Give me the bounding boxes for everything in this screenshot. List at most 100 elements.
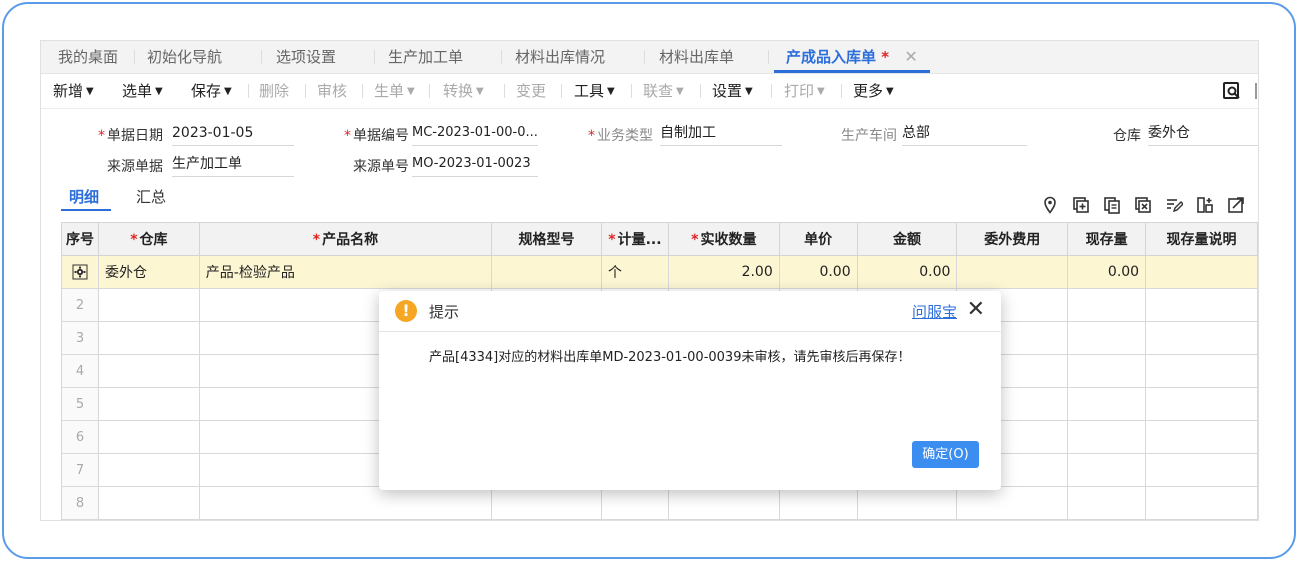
cell-unit[interactable]: 个 bbox=[600, 255, 669, 289]
dialog-message: 产品[4334]对应的材料出库单MD-2023-01-00-0039未审核，请先… bbox=[429, 350, 911, 365]
chevron-down-icon: ▼ bbox=[86, 86, 94, 97]
cell-stock-note[interactable] bbox=[1145, 255, 1258, 289]
close-icon[interactable]: ✕ bbox=[967, 297, 985, 323]
row-seq: 7 bbox=[61, 453, 99, 487]
row-seq: 5 bbox=[61, 387, 99, 421]
doc-date-field[interactable]: 2023-01-05 bbox=[172, 123, 294, 146]
tab-divider bbox=[261, 50, 262, 64]
tab-material-issue[interactable]: 材料出库单 bbox=[659, 41, 734, 73]
warehouse-field[interactable]: 委外仓 bbox=[1148, 123, 1258, 146]
ok-button[interactable]: 确定(O) bbox=[912, 441, 979, 468]
tab-divider bbox=[644, 50, 645, 64]
save-button[interactable]: 保存 ▼ bbox=[191, 74, 232, 108]
row-settings-cell[interactable] bbox=[61, 255, 99, 289]
tab-options[interactable]: 选项设置 bbox=[276, 41, 336, 73]
row-gear-icon[interactable] bbox=[72, 264, 88, 280]
cell-warehouse[interactable]: 委外仓 bbox=[97, 255, 200, 289]
query-button[interactable]: 联查 ▼ bbox=[643, 74, 684, 108]
cell-amount[interactable]: 0.00 bbox=[856, 255, 958, 289]
biz-type-label: * 业务类型 bbox=[588, 128, 653, 144]
col-header-stock-note[interactable]: 现存量说明 bbox=[1145, 222, 1258, 256]
tab-label: 产成品入库单 bbox=[786, 48, 877, 66]
cell-spec[interactable] bbox=[491, 255, 602, 289]
more-button[interactable]: 更多 ▼ bbox=[853, 74, 894, 108]
alert-dialog: ! 提示 问服宝 ✕ 产品[4334]对应的材料出库单MD-2023-01-00… bbox=[379, 291, 1001, 490]
doc-date-label: * 单据日期 bbox=[98, 128, 163, 144]
workshop-field[interactable]: 总部 bbox=[902, 123, 1027, 146]
document-tabs: 我的桌面 初始化导航 选项设置 生产加工单 材料出库情况 材料出库单 产成品入库… bbox=[41, 41, 1258, 74]
toolbar-divider bbox=[362, 84, 363, 98]
convert-button[interactable]: 转换 ▼ bbox=[443, 74, 484, 108]
table-row[interactable]: 委外仓 产品-检验产品 个 2.00 0.00 0.00 0.00 bbox=[61, 255, 1258, 289]
preview-search-icon[interactable] bbox=[1222, 81, 1242, 101]
toolbar-divider bbox=[771, 84, 772, 98]
tab-divider bbox=[768, 50, 769, 64]
print-button[interactable]: 打印 ▼ bbox=[784, 74, 825, 108]
delete-button[interactable]: 删除 bbox=[259, 74, 289, 108]
tab-my-desktop[interactable]: 我的桌面 bbox=[58, 41, 118, 73]
tools-button[interactable]: 工具 ▼ bbox=[574, 74, 615, 108]
export-icon[interactable] bbox=[1227, 196, 1245, 214]
col-header-spec[interactable]: 规格型号 bbox=[491, 222, 602, 256]
col-header-warehouse[interactable]: * 仓库 bbox=[97, 222, 200, 256]
toolbar-divider bbox=[700, 84, 701, 98]
toolbar-divider bbox=[841, 84, 842, 98]
cell-stock[interactable]: 0.00 bbox=[1067, 255, 1147, 289]
cell-qty[interactable]: 2.00 bbox=[667, 255, 780, 289]
chevron-down-icon: ▼ bbox=[607, 86, 615, 97]
source-no-field[interactable]: MO-2023-01-0023 bbox=[412, 154, 538, 177]
location-pin-icon[interactable] bbox=[1041, 196, 1059, 214]
chevron-down-icon: ▼ bbox=[676, 86, 684, 97]
toolbar-divider bbox=[429, 84, 430, 98]
col-header-unit[interactable]: * 计量... bbox=[600, 222, 669, 256]
col-header-product[interactable]: * 产品名称 bbox=[198, 222, 493, 256]
settings-button[interactable]: 设置 ▼ bbox=[712, 74, 753, 108]
tab-material-issue-status[interactable]: 材料出库情况 bbox=[515, 41, 605, 73]
col-header-seq: 序号 bbox=[61, 222, 99, 256]
cell-outsource-fee[interactable] bbox=[956, 255, 1069, 289]
tab-production-order[interactable]: 生产加工单 bbox=[388, 41, 463, 73]
change-button[interactable]: 变更 bbox=[516, 74, 546, 108]
new-button[interactable]: 新增 ▼ bbox=[53, 74, 94, 108]
audit-button[interactable]: 审核 bbox=[317, 74, 347, 108]
row-seq: 3 bbox=[61, 321, 99, 355]
select-doc-button[interactable]: 选单 ▼ bbox=[122, 74, 163, 108]
cell-price[interactable]: 0.00 bbox=[778, 255, 858, 289]
doc-no-field[interactable]: MC-2023-01-00-0... bbox=[412, 123, 538, 146]
col-header-qty[interactable]: * 实收数量 bbox=[667, 222, 780, 256]
batch-edit-icon[interactable] bbox=[1165, 196, 1183, 214]
help-link[interactable]: 问服宝 bbox=[912, 301, 957, 322]
warning-icon: ! bbox=[395, 300, 417, 322]
row-seq: 6 bbox=[61, 420, 99, 454]
row-seq: 2 bbox=[61, 288, 99, 322]
add-row-icon[interactable] bbox=[1072, 196, 1090, 214]
col-header-outsource-fee[interactable]: 委外费用 bbox=[956, 222, 1069, 256]
copy-row-icon[interactable] bbox=[1103, 196, 1121, 214]
table-row[interactable]: 8 bbox=[61, 486, 1258, 520]
col-header-amount[interactable]: 金额 bbox=[856, 222, 958, 256]
toolbar-divider bbox=[561, 84, 562, 98]
chevron-down-icon: ▼ bbox=[155, 86, 163, 97]
col-header-price[interactable]: 单价 bbox=[778, 222, 858, 256]
delete-row-icon[interactable] bbox=[1134, 196, 1152, 214]
cell-product[interactable]: 产品-检验产品 bbox=[198, 255, 493, 289]
toolbar-divider bbox=[305, 84, 306, 98]
gen-doc-button[interactable]: 生单 ▼ bbox=[374, 74, 415, 108]
source-doc-field[interactable]: 生产加工单 bbox=[172, 154, 294, 177]
toolbar-divider bbox=[1255, 83, 1257, 99]
tab-detail[interactable]: 明细 bbox=[69, 186, 99, 207]
tab-divider bbox=[374, 50, 375, 64]
chevron-down-icon: ▼ bbox=[476, 86, 484, 97]
tab-summary[interactable]: 汇总 bbox=[136, 186, 166, 207]
close-tab-icon[interactable]: ✕ bbox=[904, 47, 917, 66]
biz-type-field[interactable]: 自制加工 bbox=[660, 123, 782, 146]
modified-indicator: * bbox=[881, 48, 890, 66]
warehouse-label: 仓库 bbox=[1113, 128, 1141, 144]
chevron-down-icon: ▼ bbox=[224, 86, 232, 97]
col-header-stock[interactable]: 现存量 bbox=[1067, 222, 1147, 256]
toolbar-divider bbox=[248, 84, 249, 98]
tab-finished-goods-receipt[interactable]: 产成品入库单 * ✕ bbox=[774, 41, 930, 73]
tab-init-guide[interactable]: 初始化导航 bbox=[147, 41, 222, 73]
split-row-icon[interactable] bbox=[1196, 196, 1214, 214]
tab-divider bbox=[501, 50, 502, 64]
